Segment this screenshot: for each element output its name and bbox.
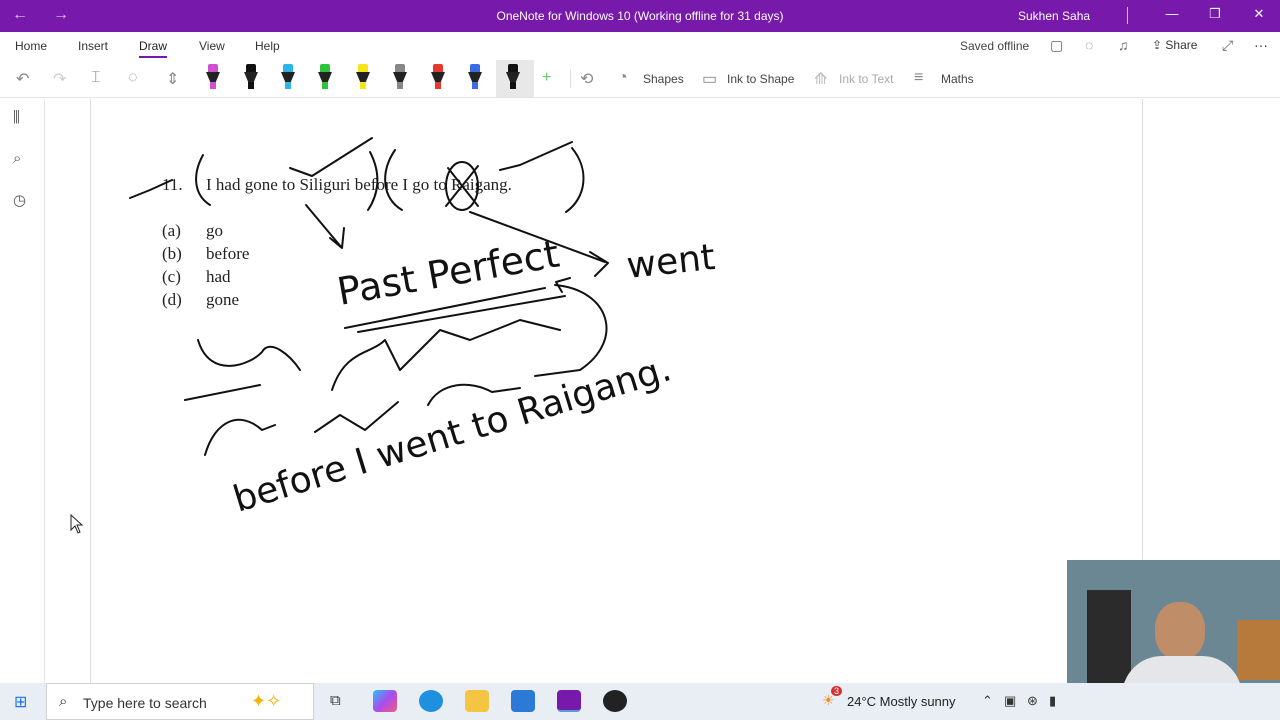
- search-icon: ⌕: [59, 693, 68, 710]
- search-placeholder: Type here to search: [83, 695, 207, 711]
- file-explorer-icon[interactable]: [465, 690, 489, 712]
- windows-start-icon[interactable]: ⊞: [14, 692, 27, 712]
- outlook-icon[interactable]: [511, 690, 535, 712]
- ink-stroke: [129, 179, 173, 199]
- taskbar-search[interactable]: ⌕ Type here to search ✦✧: [46, 683, 314, 720]
- webcam-cabinet: [1087, 590, 1131, 683]
- ink-tick: [289, 137, 373, 177]
- copilot-icon[interactable]: [373, 690, 397, 712]
- edge-icon[interactable]: [419, 690, 443, 712]
- ink-bengali: [184, 384, 261, 401]
- ink-bengali: [197, 339, 301, 371]
- ink-bracket: [195, 154, 211, 206]
- webcam-face: [1155, 602, 1205, 660]
- microphone-icon[interactable]: ▮: [1049, 693, 1056, 709]
- task-view-icon[interactable]: ⧉: [330, 692, 341, 709]
- search-highlight-icon: ✦✧: [251, 691, 282, 711]
- onenote-icon[interactable]: [557, 690, 581, 712]
- ink-arrow: [305, 204, 345, 249]
- screen-recorder-icon[interactable]: [603, 690, 627, 712]
- ink-corrected-sentence: before I went to Raigang.: [229, 348, 676, 520]
- ink-bengali: [314, 401, 399, 433]
- webcam-shirt: [1122, 656, 1242, 683]
- ink-bracket: [384, 149, 403, 211]
- ink-went: went: [625, 237, 717, 287]
- chevron-up-icon[interactable]: ⌃: [982, 693, 993, 709]
- taskbar: ⊞ ⌕ Type here to search ✦✧ ⧉ ☀ 3 24°C Mo…: [0, 683, 1280, 720]
- ink-bengali: [204, 418, 276, 456]
- ink-bracket: [367, 151, 379, 211]
- network-icon[interactable]: ⊛: [1027, 693, 1038, 709]
- ink-cross: [445, 165, 479, 207]
- ink-bracket: [565, 147, 585, 213]
- webcam-poster: [1237, 620, 1280, 680]
- ink-tick: [499, 141, 573, 171]
- weather-status[interactable]: 24°C Mostly sunny: [847, 694, 956, 709]
- ink-arrowhead: [555, 277, 571, 293]
- mouse-cursor-icon: [70, 514, 84, 534]
- weather-badge: 3: [831, 686, 843, 696]
- webcam-overlay: [1067, 560, 1280, 683]
- tray-app-icon[interactable]: ▣: [1004, 693, 1016, 709]
